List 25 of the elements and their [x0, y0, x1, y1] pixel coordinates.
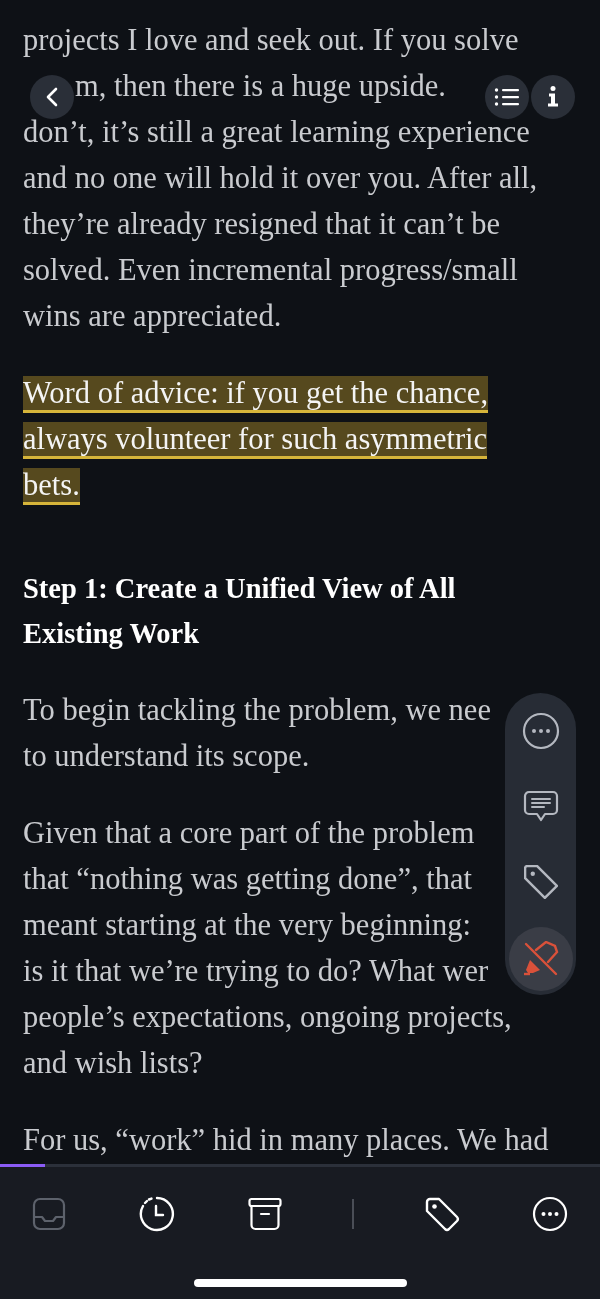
tag-icon — [523, 864, 558, 899]
paragraph: don’t, it’s still a great learning experience and no one will hold it over you. After all, they’re already resigned that it can’t be solved. Even incremental progress/small wins are appreciated. — [23, 114, 538, 335]
more-icon — [532, 1196, 568, 1232]
remove-highlight-button[interactable] — [508, 927, 573, 991]
list-icon — [494, 87, 520, 107]
tag-icon — [424, 1196, 461, 1232]
more-icon — [521, 712, 560, 750]
chevron-left-icon — [45, 86, 59, 108]
outline-button[interactable] — [485, 75, 529, 119]
clock-icon — [138, 1196, 175, 1232]
highlighted-paragraph: Word of advice: if you get the chance, always volunteer for such asymmetric bets. — [23, 370, 489, 508]
inbox-icon — [32, 1197, 66, 1231]
paragraph: projects I love and seek out. If you solve — [23, 22, 519, 59]
more-button[interactable] — [530, 1194, 570, 1234]
info-icon — [547, 86, 559, 108]
back-button[interactable] — [30, 75, 74, 119]
comment-icon — [522, 790, 559, 823]
archive-box-icon — [247, 1197, 282, 1231]
paragraph: m, then there is a huge upside. — [75, 68, 446, 105]
paragraph: To begin tackling the problem, we nee to understand its scope. — [23, 692, 491, 775]
highlighter-off-icon — [522, 941, 559, 977]
paragraph: Given that a core part of the problem that “nothing was getting done”, that meant starting at the very beginning: is it that we’re trying to do? What wer people’s expectations, ongoing projects, and wish lists? — [23, 815, 512, 1082]
info-button[interactable] — [531, 75, 575, 119]
paragraph: For us, “work” hid in many places. We had — [23, 1122, 549, 1159]
section-heading: Step 1: Create a Unified View of All Existing Work — [23, 572, 456, 651]
